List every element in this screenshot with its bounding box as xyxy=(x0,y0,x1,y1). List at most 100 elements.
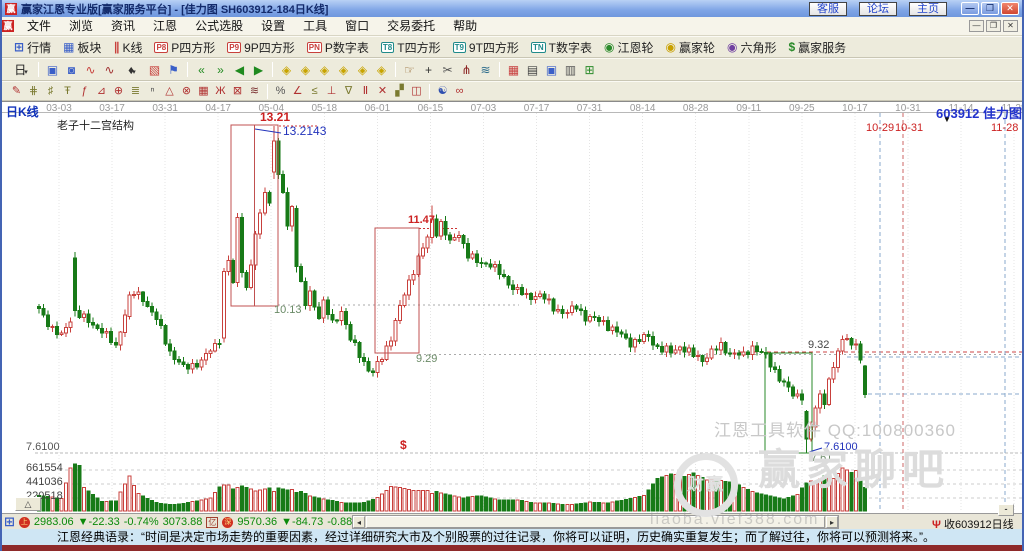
hexagon-wheel-button[interactable]: ◉ 六角形 xyxy=(721,38,783,56)
window-box-tool-icon[interactable]: ◫ xyxy=(408,84,425,99)
perpendicular-tool-icon[interactable]: ⊥ xyxy=(323,84,340,99)
menu-1[interactable]: 浏览 xyxy=(60,17,102,36)
angle-tool-icon[interactable]: ⊿ xyxy=(93,84,110,99)
window-layout-icon[interactable]: ▣ xyxy=(43,61,62,79)
trend-small-icon[interactable]: ∿ xyxy=(81,61,100,79)
menu-0[interactable]: 文件 xyxy=(18,17,60,36)
gann-circle-tool-icon[interactable]: ⊕ xyxy=(110,84,127,99)
quote-grid-icon[interactable]: ⊞ xyxy=(4,514,15,530)
calendar-icon[interactable]: ▦ xyxy=(504,61,523,79)
menu-9[interactable]: 帮助 xyxy=(444,17,486,36)
x-axis-date: 09-11 xyxy=(736,103,762,114)
menu-8[interactable]: 交易委托 xyxy=(378,17,444,36)
minimize-button[interactable]: — xyxy=(961,2,979,15)
market-quotes-button[interactable]: ⊞ 行情 xyxy=(8,38,57,56)
wave-tool-icon[interactable]: ≋ xyxy=(476,61,495,79)
levels-tool-icon[interactable]: ≣ xyxy=(127,84,144,99)
pencil-tool-icon[interactable]: ✎ xyxy=(8,84,25,99)
9t-square-button[interactable]: T9 9T四方形 xyxy=(447,38,525,56)
homepage-button[interactable]: 主页 xyxy=(909,1,947,16)
ray-fan-tool-icon[interactable]: Ж xyxy=(212,84,229,99)
fan-down-tool-icon[interactable]: ∇ xyxy=(340,84,357,99)
menu-7[interactable]: 窗口 xyxy=(336,17,378,36)
menu-6[interactable]: 工具 xyxy=(294,17,336,36)
formula-tool-icon[interactable]: ƒ xyxy=(76,84,93,99)
gann-diamond-right-icon[interactable]: ◈ xyxy=(296,61,315,79)
close-button[interactable]: ✕ xyxy=(1001,2,1019,15)
index-strip: ⊞ 上 2983.06 ▼-22.33 -0.74% 3073.88 亿 深 9… xyxy=(4,514,356,530)
menu-3[interactable]: 江恩 xyxy=(144,17,186,36)
calculator-icon[interactable]: ▤ xyxy=(523,61,542,79)
x-axis-date: 07-31 xyxy=(576,103,603,114)
next-bar-icon[interactable]: ▶ xyxy=(249,61,268,79)
p-number-table-button[interactable]: PN P数字表 xyxy=(301,38,375,56)
gann-diamond-left-icon[interactable]: ◈ xyxy=(277,61,296,79)
9p-square-icon: P9 xyxy=(227,41,242,53)
gann-diamond-center-icon[interactable]: ◈ xyxy=(353,61,372,79)
sector-blocks-button[interactable]: ▦ 板块 xyxy=(57,38,107,56)
infinity-spiral-icon[interactable]: ∞ xyxy=(451,84,468,99)
winner-service-button[interactable]: $ 赢家服务 xyxy=(782,38,852,56)
erase-tool-icon[interactable]: ✕ xyxy=(374,84,391,99)
gann-box-tool-icon[interactable]: ⊠ xyxy=(229,84,246,99)
period-day-dropdown[interactable]: 日▾ xyxy=(8,61,34,79)
time-scale-tool-icon[interactable]: Ŧ xyxy=(59,84,76,99)
forum-button[interactable]: 论坛 xyxy=(859,1,897,16)
square-of-nine-tool-icon[interactable]: ⁿ xyxy=(144,84,161,99)
wave-band-tool-icon[interactable]: ≋ xyxy=(246,84,263,99)
trend-small2-icon[interactable]: ∿ xyxy=(100,61,119,79)
winner-wheel-button[interactable]: ◉ 赢家轮 xyxy=(659,38,721,56)
flag-mark-icon[interactable]: ⚑ xyxy=(164,61,183,79)
kline-chart-button[interactable]: ∥ K线 xyxy=(107,38,148,56)
scrollbar-thumb[interactable] xyxy=(366,516,825,528)
9p-square-button[interactable]: P9 9P四方形 xyxy=(221,38,300,56)
t-square-button[interactable]: T8 T四方形 xyxy=(375,38,447,56)
p-square-button[interactable]: P8 P四方形 xyxy=(148,38,221,56)
mdi-close-button[interactable]: ✕ xyxy=(1003,20,1018,32)
hatch-box-tool-icon[interactable]: ▞ xyxy=(391,84,408,99)
cross-cursor-icon[interactable]: + xyxy=(419,61,438,79)
chart-area[interactable]: 财赢 △ - 03-03 03-17 03-31 04-17 05-04 05-18 06-… xyxy=(2,101,1022,517)
last-bar-icon[interactable]: » xyxy=(211,61,230,79)
fan-tool-icon[interactable]: ⋔ xyxy=(457,61,476,79)
yinyang-wheel-icon[interactable]: ☯ xyxy=(434,84,451,99)
first-bar-icon[interactable]: « xyxy=(192,61,211,79)
time-cycle-tool-icon[interactable]: ⊗ xyxy=(178,84,195,99)
t-number-table-button[interactable]: TN T数字表 xyxy=(525,38,598,56)
gann-grid-tool-icon[interactable]: ⋕ xyxy=(25,84,42,99)
data-disk-icon[interactable]: ▥ xyxy=(561,61,580,79)
scroll-left-icon[interactable]: ◂ xyxy=(353,516,365,528)
percent-tool-icon[interactable]: % xyxy=(272,84,289,99)
maximize-button[interactable]: ❐ xyxy=(981,2,999,15)
menu-5[interactable]: 设置 xyxy=(252,17,294,36)
volume-expand-button[interactable]: △ xyxy=(15,497,41,511)
info-panel-icon[interactable]: ◙ xyxy=(62,61,81,79)
mdi-minimize-button[interactable]: — xyxy=(969,20,984,32)
menu-4[interactable]: 公式选股 xyxy=(186,17,252,36)
x-axis-date: 07-03 xyxy=(470,103,497,114)
horizontal-scrollbar[interactable]: ◂ ▸ xyxy=(352,515,839,529)
menu-2[interactable]: 资讯 xyxy=(102,17,144,36)
data-truck-icon[interactable]: ⊞ xyxy=(580,61,599,79)
triangle-tool-icon[interactable]: △ xyxy=(161,84,178,99)
mdi-restore-button[interactable]: ❐ xyxy=(986,20,1001,32)
candle-style-dropdown[interactable]: ♦▾ xyxy=(119,61,145,79)
trend-angle-tool-icon[interactable]: ∠ xyxy=(289,84,306,99)
gann-wheel-button[interactable]: ◉ 江恩轮 xyxy=(598,38,660,56)
cut-tool-icon[interactable]: ✂ xyxy=(438,61,457,79)
price-scale-tool-icon[interactable]: ♯ xyxy=(42,84,59,99)
gann-diamond-v-icon[interactable]: ◈ xyxy=(334,61,353,79)
gann-diamond-h-icon[interactable]: ◈ xyxy=(315,61,334,79)
prev-bar-icon[interactable]: ◀ xyxy=(230,61,249,79)
save-layout-icon[interactable]: ▣ xyxy=(542,61,561,79)
scroll-right-icon[interactable]: ▸ xyxy=(826,516,838,528)
hand-tool-icon[interactable]: ☞ xyxy=(400,61,419,79)
parallel-lines-tool-icon[interactable]: Ⅱ xyxy=(357,84,374,99)
gann-matrix-tool-icon[interactable]: ▦ xyxy=(195,84,212,99)
gann-diamond-all-icon[interactable]: ◈ xyxy=(372,61,391,79)
customer-service-button[interactable]: 客服 xyxy=(809,1,847,16)
threshold-tool-icon[interactable]: ≤ xyxy=(306,84,323,99)
zoom-out-bars-button[interactable]: - xyxy=(998,504,1014,516)
region-select-icon[interactable]: ▧ xyxy=(145,61,164,79)
market-quotes-label: 行情 xyxy=(27,40,52,55)
